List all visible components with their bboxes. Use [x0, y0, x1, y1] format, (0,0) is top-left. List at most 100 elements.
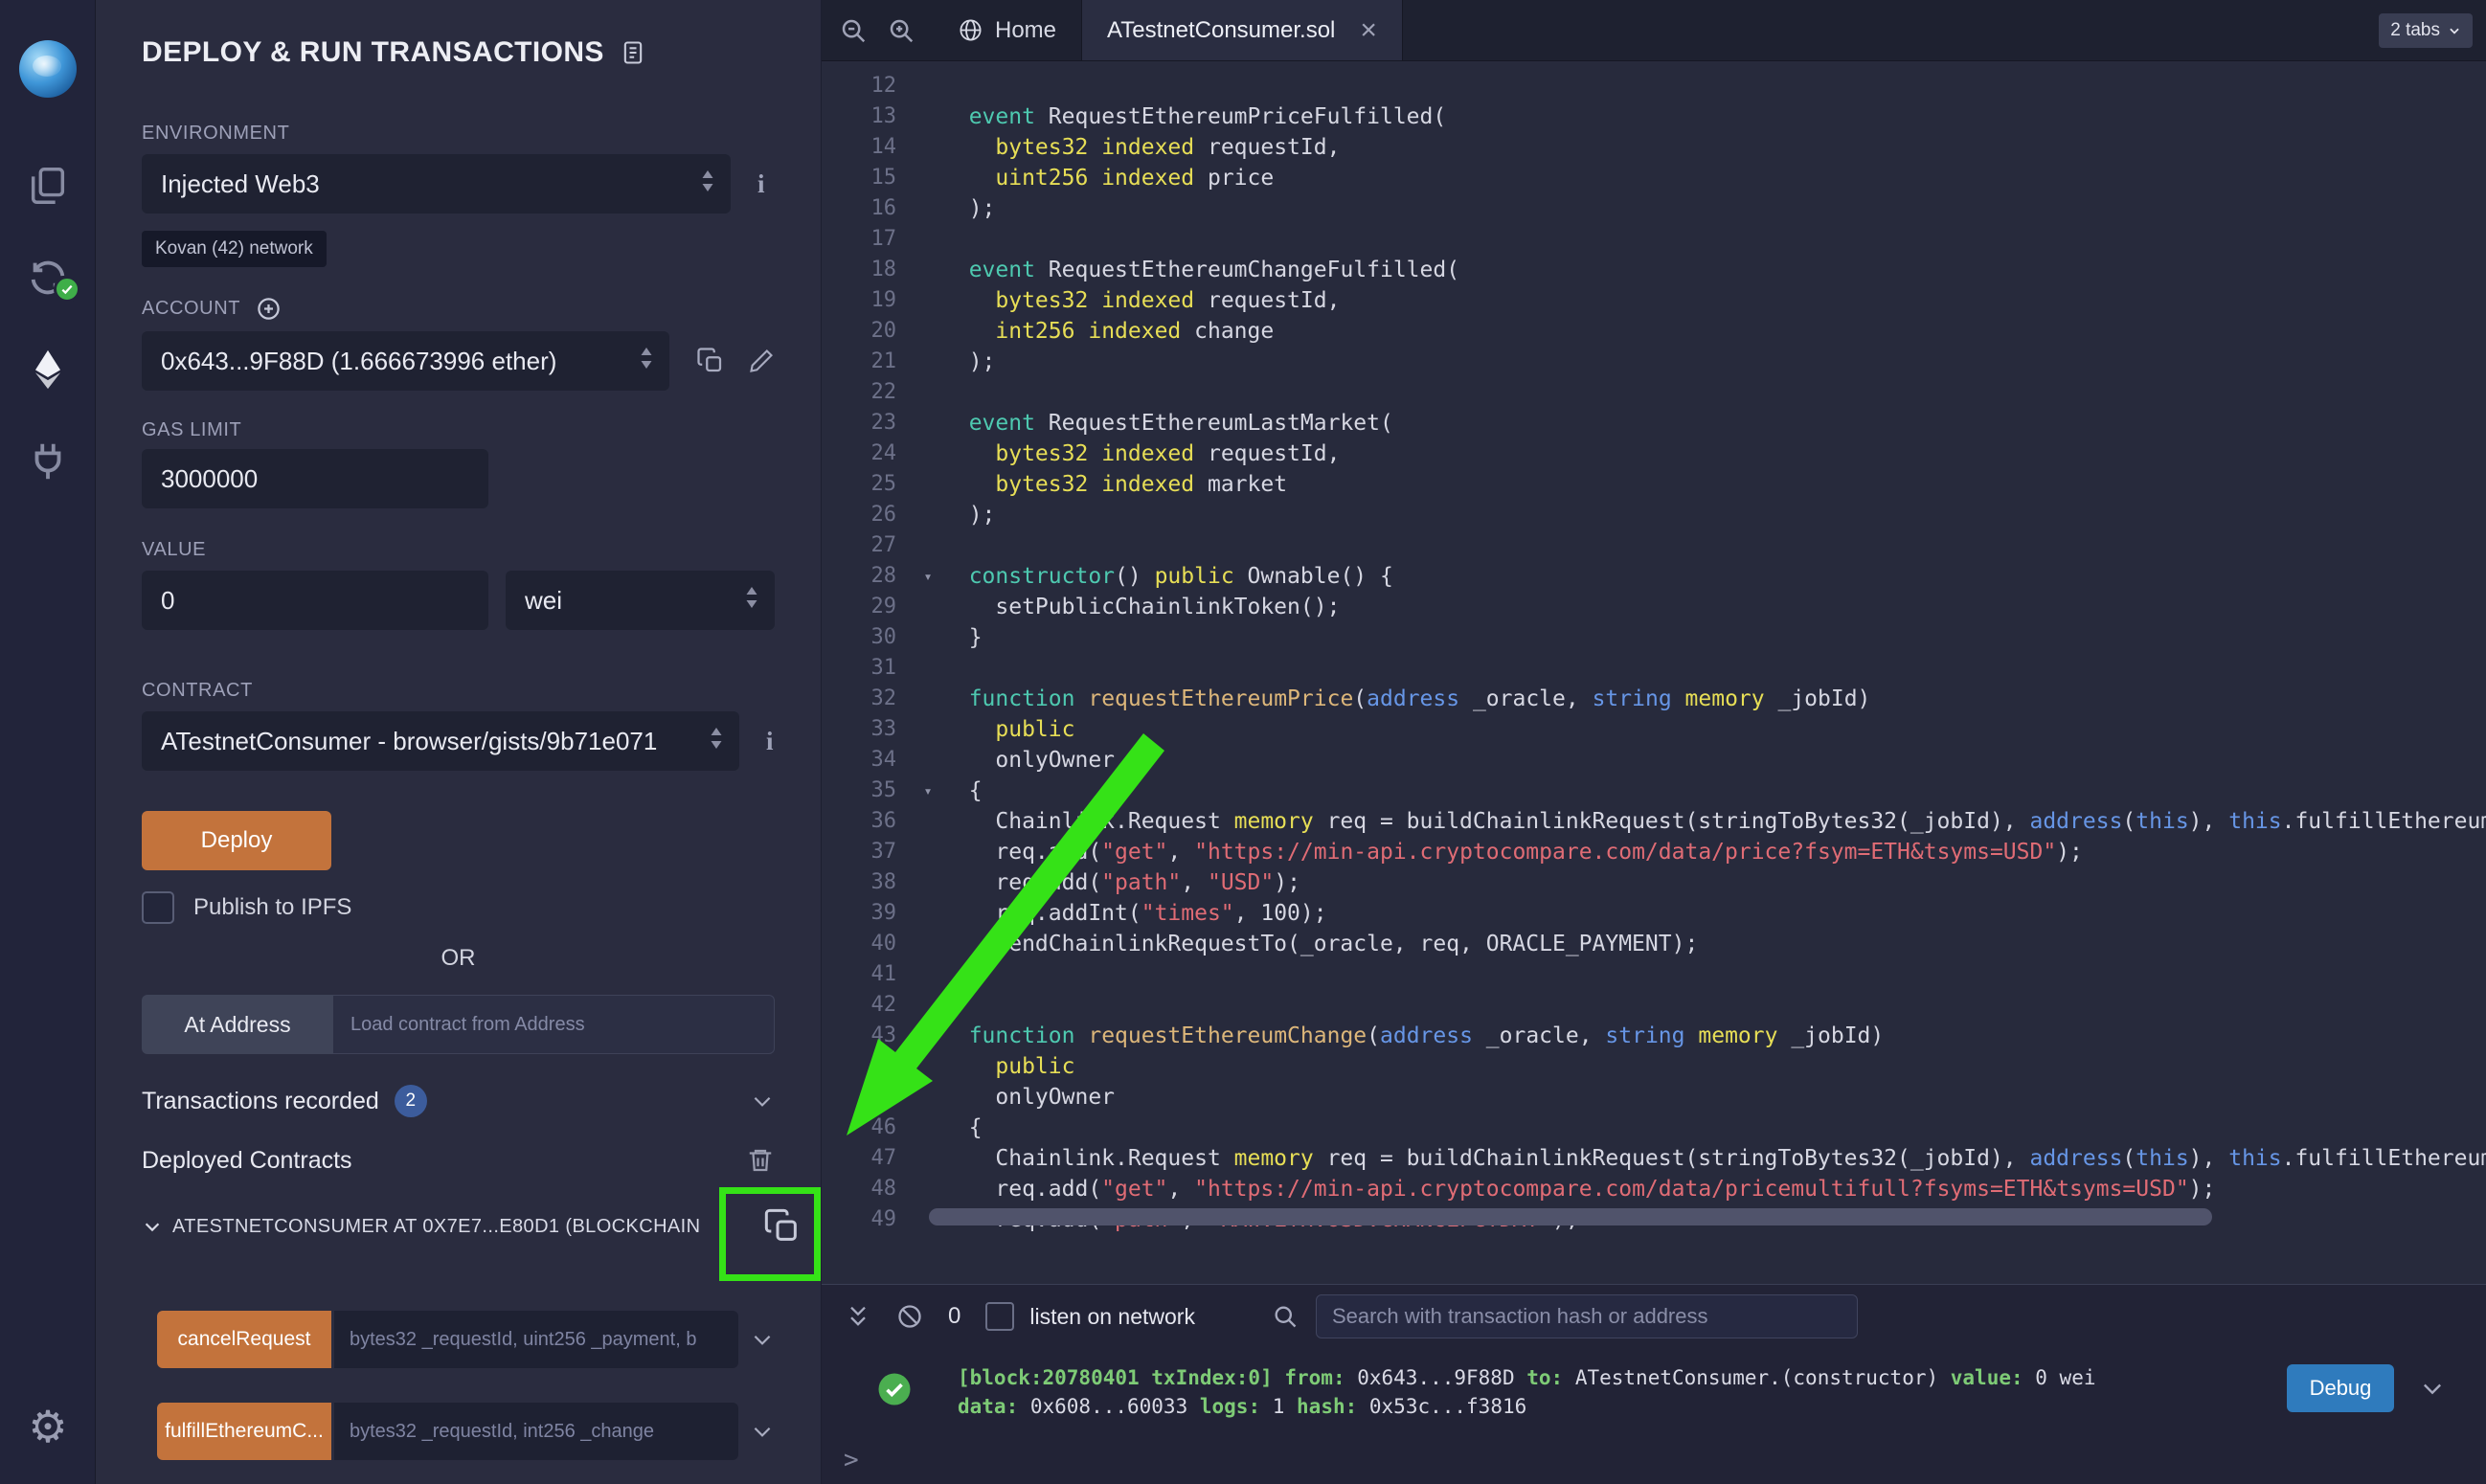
code-line: 20 int256 indexed change: [822, 316, 2486, 347]
environment-select[interactable]: Injected Web3: [142, 154, 731, 214]
tabs-dropdown-button[interactable]: 2 tabs: [2379, 13, 2473, 48]
tab-atestnetconsumer[interactable]: ATestnetConsumer.sol ×: [1081, 0, 1403, 60]
terminal-prompt[interactable]: >: [844, 1446, 859, 1474]
close-tab-icon[interactable]: ×: [1360, 16, 1377, 45]
code-token: event: [969, 411, 1035, 436]
fold-gutter: [914, 959, 942, 990]
document-icon[interactable]: [620, 38, 646, 67]
zoom-out-icon[interactable]: [839, 16, 868, 45]
plus-circle-icon[interactable]: [256, 296, 282, 322]
code-token: [1088, 135, 1101, 160]
code-line: 29 setPublicChainlinkToken();: [822, 592, 2486, 622]
deployed-contract-item[interactable]: ATESTNETCONSUMER AT 0X7E7...E80D1 (BLOCK…: [142, 1200, 802, 1253]
value-unit-select[interactable]: wei: [506, 571, 775, 630]
copy-account-icon[interactable]: [696, 347, 725, 375]
account-value: 0x643...9F88D (1.666673996 ether): [161, 347, 556, 376]
trash-icon[interactable]: [746, 1146, 775, 1175]
account-select[interactable]: 0x643...9F88D (1.666673996 ether): [142, 331, 669, 391]
line-code: }: [942, 622, 2486, 653]
tab-home[interactable]: Home: [933, 0, 1081, 60]
deploy-run-icon[interactable]: [0, 339, 96, 400]
fold-gutter: [914, 622, 942, 653]
code-line: 28▾ constructor() public Ownable() {: [822, 561, 2486, 592]
code-token: (): [1115, 564, 1155, 589]
code-token: int256: [995, 319, 1074, 344]
deploy-button[interactable]: Deploy: [142, 811, 331, 870]
code-token: _jobId): [1777, 1023, 1884, 1048]
remix-logo-icon[interactable]: [19, 40, 77, 98]
expand-log-chevron-icon[interactable]: [2419, 1375, 2446, 1406]
expand-terminal-icon[interactable]: [845, 1303, 871, 1330]
code-token: uint256: [995, 166, 1088, 191]
cancel-request-button[interactable]: cancelRequest: [157, 1311, 331, 1368]
terminal-token: to:: [1526, 1366, 1563, 1389]
environment-info-icon[interactable]: i: [757, 169, 765, 199]
code-line: 24 bytes32 indexed requestId,: [822, 438, 2486, 469]
code-token: indexed: [1101, 441, 1194, 466]
at-address-input[interactable]: [333, 995, 775, 1054]
settings-gear-icon[interactable]: ⚙: [0, 1396, 96, 1457]
terminal-log-line: [block:20780401 txIndex:0] from: 0x643..…: [958, 1363, 2218, 1392]
code-token: indexed: [1088, 319, 1181, 344]
terminal-search-input[interactable]: [1316, 1294, 1858, 1338]
solidity-compiler-icon[interactable]: [0, 247, 96, 308]
fold-arrow-icon[interactable]: ▾: [914, 776, 942, 806]
listen-on-network-checkbox[interactable]: [985, 1302, 1014, 1331]
code-token: "get": [1101, 1177, 1167, 1202]
horizontal-scrollbar-thumb[interactable]: [929, 1208, 2212, 1225]
line-number: 34: [822, 745, 914, 776]
chevron-down-icon[interactable]: [750, 1089, 775, 1113]
code-token: (: [1367, 1023, 1380, 1048]
debug-button[interactable]: Debug: [2287, 1364, 2394, 1412]
plugin-manager-icon[interactable]: [0, 431, 96, 492]
code-token: this: [2228, 809, 2281, 834]
clear-terminal-icon[interactable]: [896, 1303, 923, 1330]
code-lines[interactable]: 1213 event RequestEthereumPriceFulfilled…: [822, 61, 2486, 1284]
fulfill-ethereum-change-button[interactable]: fulfillEthereumC...: [157, 1403, 331, 1460]
cancel-request-params-input[interactable]: [334, 1311, 738, 1368]
publish-ipfs-checkbox[interactable]: [142, 891, 174, 924]
code-token: address: [2029, 809, 2122, 834]
value-input[interactable]: [142, 571, 488, 630]
fulfill-change-params-input[interactable]: [334, 1403, 738, 1460]
fold-gutter: [914, 347, 942, 377]
contract-select[interactable]: ATestnetConsumer - browser/gists/9b71e07…: [142, 711, 739, 771]
deployed-contracts-header: Deployed Contracts: [142, 1146, 775, 1175]
code-token: [942, 135, 995, 160]
code-token: ),: [2189, 1146, 2229, 1171]
publish-ipfs-row: Publish to IPFS: [142, 891, 775, 924]
chevron-down-icon[interactable]: [142, 1216, 163, 1237]
zoom-in-icon[interactable]: [887, 16, 915, 45]
copy-address-icon[interactable]: [763, 1207, 802, 1246]
chevron-down-icon[interactable]: [750, 1327, 775, 1352]
code-token: bytes32: [995, 441, 1088, 466]
line-code: public: [942, 714, 2486, 745]
at-address-button[interactable]: At Address: [142, 995, 333, 1054]
code-token: RequestEthereumLastMarket(: [1035, 411, 1393, 436]
listen-on-network-label: listen on network: [1029, 1304, 1195, 1330]
fold-gutter: [914, 990, 942, 1021]
code-token: memory: [1698, 1023, 1777, 1048]
line-number: 33: [822, 714, 914, 745]
chevron-down-icon[interactable]: [750, 1419, 775, 1444]
gas-limit-input[interactable]: [142, 449, 488, 508]
environment-label: ENVIRONMENT: [142, 123, 775, 145]
file-explorer-icon[interactable]: [0, 155, 96, 216]
terminal-log-lines[interactable]: [block:20780401 txIndex:0] from: 0x643..…: [958, 1363, 2218, 1421]
line-code: public: [942, 1051, 2486, 1082]
code-line: 36 Chainlink.Request memory req = buildC…: [822, 806, 2486, 837]
account-label: ACCOUNT: [142, 298, 240, 320]
code-token: requestId,: [1194, 135, 1340, 160]
fold-arrow-icon[interactable]: ▾: [914, 561, 942, 592]
code-line: 43 function requestEthereumChange(addres…: [822, 1021, 2486, 1051]
fold-gutter: [914, 837, 942, 867]
zoom-controls: [822, 0, 933, 60]
transactions-recorded-row[interactable]: Transactions recorded 2: [142, 1085, 775, 1117]
contract-info-icon[interactable]: i: [766, 727, 774, 756]
fold-gutter: [914, 255, 942, 285]
line-code: bytes32 indexed requestId,: [942, 285, 2486, 316]
horizontal-scrollbar-track[interactable]: [917, 1204, 2476, 1229]
edit-pencil-icon[interactable]: [748, 348, 775, 374]
code-token: indexed: [1101, 472, 1194, 497]
transactions-count-badge: 2: [395, 1085, 427, 1117]
